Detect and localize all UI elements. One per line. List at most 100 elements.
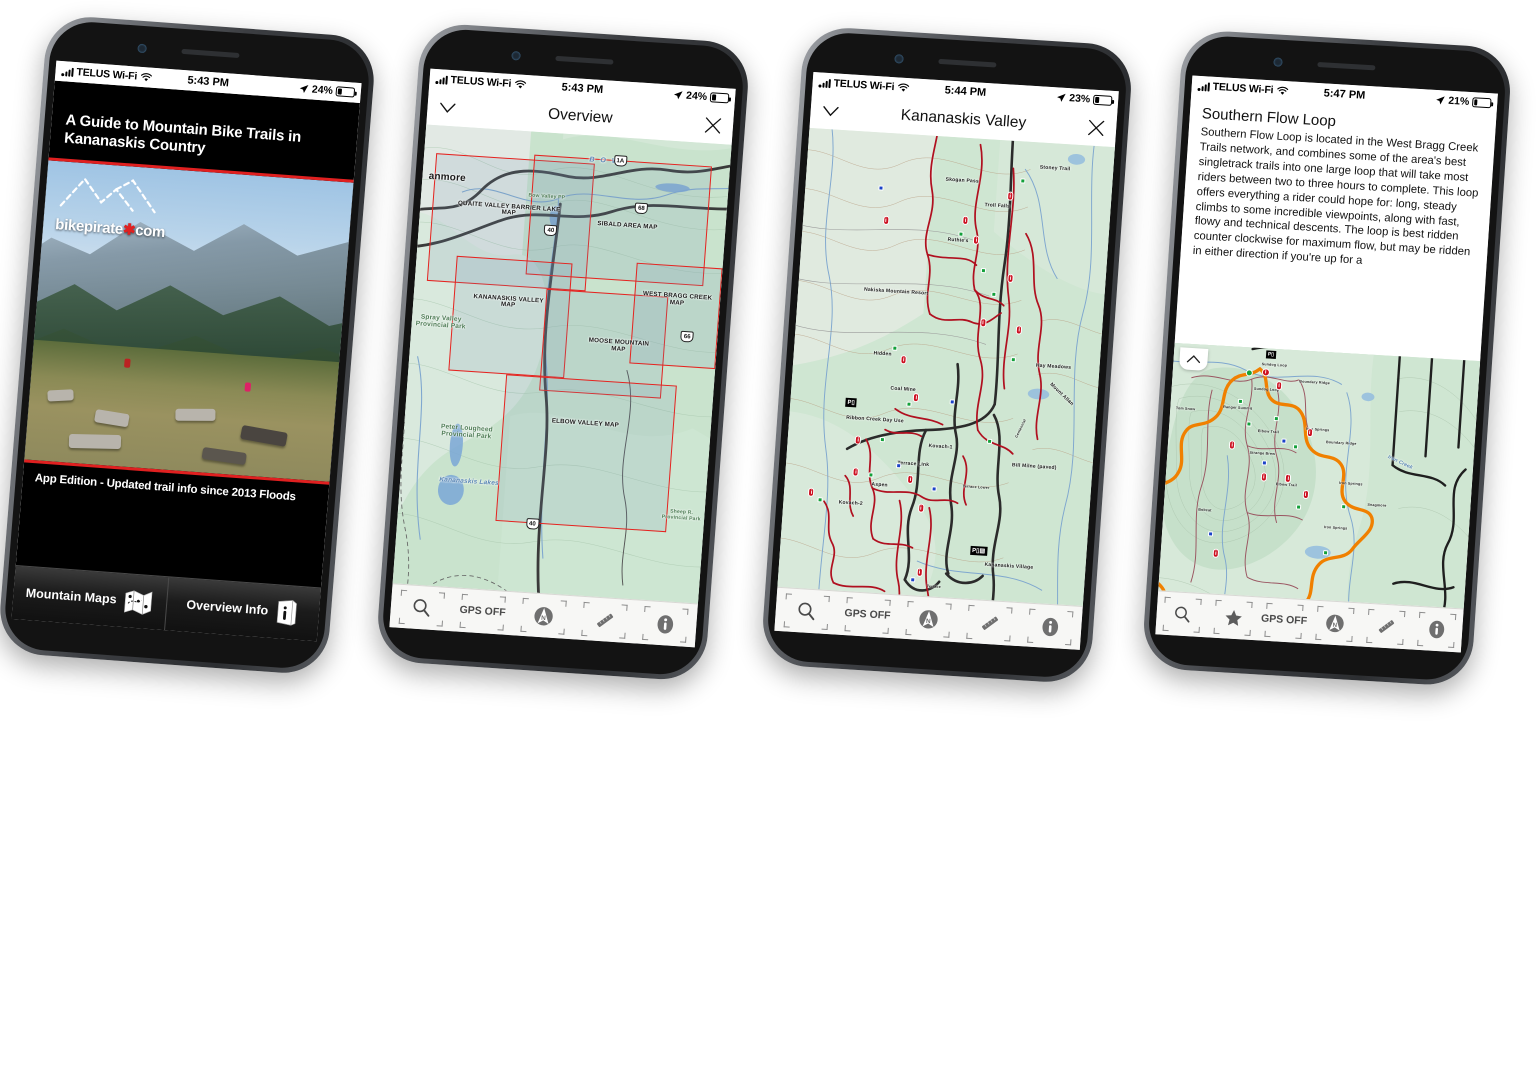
info-pin[interactable]: i	[916, 567, 923, 578]
info-pin[interactable]: i	[917, 503, 925, 513]
toolbar-compass-button[interactable]: N	[1308, 605, 1361, 642]
tab-overview-info[interactable]: Overview Info	[163, 577, 321, 642]
parking-facility-icon: P▯	[1265, 350, 1277, 360]
focus-brackets	[1264, 602, 1304, 639]
signal-strength-icon	[61, 67, 74, 77]
location-arrow-icon	[299, 85, 309, 94]
logo-suffix: com	[134, 222, 166, 242]
trailhead-marker[interactable]	[892, 345, 898, 351]
status-right-3: 23%	[1056, 91, 1113, 106]
trailhead-marker[interactable]	[906, 401, 912, 407]
info-pin[interactable]: i	[882, 215, 890, 225]
screen-3: TELUS Wi-Fi 5:44 PM 23% Kananaskis Valle…	[774, 72, 1119, 650]
battery-percent-3: 23%	[1068, 92, 1091, 106]
toolbar-measure-button[interactable]	[573, 601, 637, 639]
trail-marker[interactable]	[1323, 550, 1329, 556]
toolbar-compass-button[interactable]: N	[512, 597, 576, 635]
southern-flow-loop-map[interactable]: Sundog Loop Boundary Ridge Ranger Summit…	[1158, 342, 1481, 609]
toolbar-info-button[interactable]	[1019, 608, 1082, 646]
trail-marker[interactable]	[909, 576, 916, 583]
info-book-icon	[276, 600, 298, 626]
map-region-box[interactable]	[495, 374, 678, 533]
focus-brackets	[844, 596, 891, 634]
carrier-label: TELUS Wi-Fi	[833, 77, 895, 94]
chevron-down-icon[interactable]	[436, 96, 460, 119]
toolbar-gps-button[interactable]: GPS OFF	[451, 593, 515, 631]
status-left-3: TELUS Wi-Fi	[818, 76, 909, 94]
trail-marker[interactable]	[1207, 531, 1214, 537]
highway-shield: 66	[680, 330, 695, 343]
trailhead-marker[interactable]	[980, 267, 986, 274]
toolbar-measure-button[interactable]	[958, 604, 1021, 642]
toolbar-search-button[interactable]	[775, 592, 838, 630]
focus-brackets	[642, 605, 690, 643]
screen-4: TELUS Wi-Fi 5:47 PM 21% Southern Flow Lo…	[1155, 75, 1498, 653]
toolbar-search-button[interactable]	[1156, 596, 1209, 633]
signal-strength-icon	[818, 78, 831, 88]
trail-marker[interactable]	[1295, 504, 1301, 510]
info-pin[interactable]: i	[1006, 191, 1014, 201]
trail-marker[interactable]	[1245, 421, 1252, 427]
location-arrow-icon	[1057, 93, 1066, 102]
trail-marker[interactable]	[1238, 398, 1244, 405]
toolbar-search-button[interactable]	[390, 589, 454, 627]
tab-overview-info-label: Overview Info	[185, 597, 269, 618]
trailhead-marker[interactable]	[1020, 178, 1026, 184]
trailhead-marker[interactable]	[817, 497, 823, 503]
toolbar-compass-button[interactable]: N	[897, 600, 960, 638]
trail-marker[interactable]	[896, 462, 902, 469]
earpiece-speaker	[1317, 61, 1376, 71]
focus-brackets	[398, 589, 445, 627]
trail-marker[interactable]	[1281, 438, 1287, 445]
trail-marker[interactable]	[878, 185, 885, 191]
toolbar-favorite-button[interactable]	[1207, 599, 1260, 636]
info-pin[interactable]: i	[979, 318, 987, 328]
focus-brackets	[1162, 596, 1202, 633]
info-pin[interactable]: i	[900, 354, 907, 365]
trailhead-marker[interactable]	[1010, 357, 1017, 363]
kananaskis-valley-map[interactable]: Skogan Pass Stoney Trail Troll Falls Rut…	[777, 127, 1115, 607]
toolbar-gps-button[interactable]: GPS OFF	[836, 596, 899, 634]
photo-rock	[47, 389, 75, 402]
bikepirate-logo: bikepirate✱com	[55, 172, 175, 242]
toolbar-info-button[interactable]	[1410, 611, 1463, 648]
trailhead-marker[interactable]	[879, 436, 885, 442]
parking-facility-icon: P▯	[845, 397, 858, 408]
phone-device-4: TELUS Wi-Fi 5:47 PM 21% Southern Flow Lo…	[1141, 28, 1513, 688]
collapse-description-button[interactable]	[1178, 347, 1209, 371]
trailhead-marker[interactable]	[990, 291, 997, 297]
phone-device-3: TELUS Wi-Fi 5:44 PM 23% Kananaskis Valle…	[759, 25, 1135, 685]
info-pin[interactable]: i	[1302, 489, 1309, 500]
status-left-4: TELUS Wi-Fi	[1197, 80, 1288, 97]
earpiece-speaker	[938, 58, 997, 68]
toolbar-measure-button[interactable]	[1359, 608, 1412, 645]
trail-marker[interactable]	[1261, 459, 1267, 466]
tab-mountain-maps[interactable]: Mountain Maps	[11, 566, 167, 630]
trailhead-marker[interactable]	[986, 438, 993, 444]
trail-marker[interactable]	[931, 485, 937, 492]
chevron-down-icon[interactable]	[819, 100, 842, 123]
battery-icon	[709, 92, 730, 104]
parking-facility-icon: P▯▤	[969, 545, 988, 556]
phone-body-3: TELUS Wi-Fi 5:44 PM 23% Kananaskis Valle…	[765, 30, 1129, 680]
close-icon[interactable]	[1084, 116, 1107, 139]
battery-percent-1: 24%	[311, 83, 334, 97]
trail-marker[interactable]	[949, 399, 956, 405]
front-camera-icon	[1272, 57, 1283, 67]
carrier-label: TELUS Wi-Fi	[76, 66, 138, 83]
trailhead-marker[interactable]	[958, 231, 964, 238]
article-body: Southern Flow Loop is located in the Wes…	[1192, 126, 1479, 268]
toolbar-gps-button[interactable]: GPS OFF	[1257, 602, 1310, 639]
map-city-label: anmore	[428, 170, 467, 185]
cover-screen: A Guide to Mountain Bike Trails in Kanan…	[11, 80, 360, 642]
focus-brackets	[1315, 605, 1355, 642]
close-icon[interactable]	[701, 114, 725, 137]
overview-map[interactable]: QUAITE VALLEY BARRIER LAKE MAP SIBALD AR…	[392, 124, 732, 604]
toolbar-info-button[interactable]	[634, 605, 698, 643]
info-pin[interactable]: i	[1261, 367, 1270, 377]
info-pin[interactable]: i	[1260, 472, 1268, 482]
trailhead-marker[interactable]	[867, 472, 874, 478]
highway-shield: 1A	[613, 155, 628, 168]
info-pin[interactable]: i	[1306, 427, 1314, 438]
trail-marker[interactable]	[1273, 415, 1280, 422]
